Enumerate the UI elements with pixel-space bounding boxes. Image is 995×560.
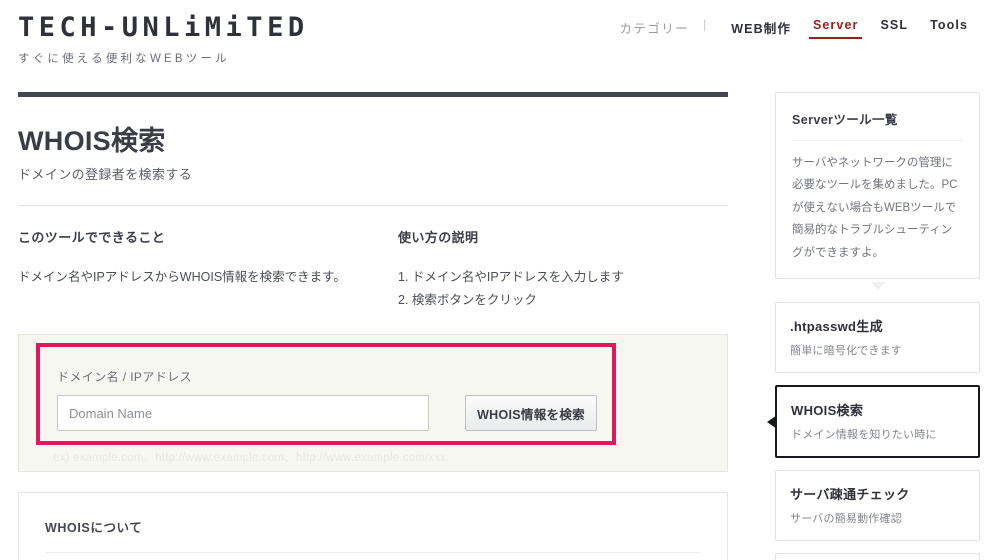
features-text: ドメイン名やIPアドレスからWHOIS情報を検索できます。	[18, 270, 346, 284]
sidebar-intro-card: Serverツール一覧 サーバやネットワークの管理に必要なツールを集めました。P…	[775, 92, 980, 280]
usage-steps: 1. ドメイン名やIPアドレスを入力します 2. 検索ボタンをクリック	[398, 266, 728, 312]
sidebar-item-description: 簡単に暗号化できます	[790, 345, 902, 358]
usage-step-1: 1. ドメイン名やIPアドレスを入力します	[398, 270, 624, 284]
whois-search-button[interactable]: WHOIS情報を検索	[465, 395, 597, 432]
nav-category-label: カテゴリー	[619, 22, 690, 36]
content-top-bar	[18, 92, 728, 97]
sidebar-item-label: .htpasswd生成	[790, 319, 883, 335]
sidebar-item-conf-reweiter[interactable]: Conf Reweiter Apacheのconfファイルを見やすく	[775, 553, 980, 560]
search-form-row: WHOIS情報を検索	[57, 395, 597, 432]
sidebar: Serverツール一覧 サーバやネットワークの管理に必要なツールを集めました。P…	[767, 92, 980, 560]
brand-tagline: すぐに使える便利なWEBツール	[18, 53, 230, 65]
sidebar-item-ping[interactable]: サーバ疎通チェック サーバの簡易動作確認	[775, 470, 980, 542]
about-whois-card: WHOISについて URLに使われるドメイン(example.jp等)は、レジス…	[18, 492, 728, 560]
nav-item-tools[interactable]: Tools	[919, 18, 979, 39]
sidebar-intro-divider	[792, 140, 963, 141]
sidebar-item-whois[interactable]: WHOIS検索 ドメイン情報を知りたい時に	[767, 385, 980, 459]
nav-item-ssl[interactable]: SSL	[869, 18, 919, 39]
chevron-down-icon	[870, 282, 885, 291]
nav-item-server[interactable]: Server	[802, 18, 870, 39]
sidebar-item-label: WHOIS検索	[791, 403, 864, 419]
main-content: WHOIS検索 ドメインの登録者を検索する このツールでできること ドメイン名や…	[18, 92, 728, 560]
page-subtitle: ドメインの登録者を検索する	[18, 167, 193, 182]
caret-left-icon	[767, 415, 777, 430]
search-form-panel: ドメイン名 / IPアドレス WHOIS情報を検索 ex) example.co…	[18, 334, 728, 473]
page-root: TECH-UNLiMiTED すぐに使える便利なWEBツール カテゴリー | W…	[0, 0, 995, 560]
usage-step-2: 2. 検索ボタンをクリック	[398, 293, 537, 308]
nav-item-web[interactable]: WEB制作	[720, 18, 802, 44]
sidebar-intro-text: サーバやネットワークの管理に必要なツールを集めました。PCが使えない場合もWEB…	[792, 157, 958, 259]
main-navigation: カテゴリー | WEB制作 Server SSL Tools	[620, 18, 980, 44]
form-example-text: ex) example.com、http://www.example.com、h…	[53, 452, 447, 465]
sidebar-item-description: サーバの簡易動作確認	[790, 513, 902, 526]
site-logo[interactable]: TECH-UNLiMiTED すぐに使える便利なWEBツール	[18, 12, 309, 66]
domain-input-label: ドメイン名 / IPアドレス	[57, 370, 192, 385]
nav-separator: |	[703, 18, 707, 32]
features-heading: このツールでできること	[18, 230, 166, 245]
sidebar-item-description: ドメイン情報を知りたい時に	[791, 429, 937, 442]
usage-column: 使い方の説明 1. ドメイン名やIPアドレスを入力します 2. 検索ボタンをクリ…	[398, 227, 728, 312]
title-divider	[18, 205, 728, 206]
features-column: このツールでできること ドメイン名やIPアドレスからWHOIS情報を検索できます…	[18, 227, 398, 312]
site-header: TECH-UNLiMiTED すぐに使える便利なWEBツール カテゴリー | W…	[0, 0, 995, 80]
info-columns: このツールでできること ドメイン名やIPアドレスからWHOIS情報を検索できます…	[18, 227, 728, 312]
sidebar-item-htpasswd[interactable]: .htpasswd生成 簡単に暗号化できます	[775, 302, 980, 374]
search-input[interactable]	[57, 395, 429, 432]
about-divider	[45, 552, 701, 554]
about-heading: WHOISについて	[45, 521, 143, 536]
brand-title: TECH-UNLiMiTED	[18, 12, 309, 43]
sidebar-item-label: サーバ疎通チェック	[790, 487, 910, 503]
page-title: WHOIS検索	[18, 126, 166, 156]
usage-heading: 使い方の説明	[398, 230, 479, 245]
sidebar-intro-heading: Serverツール一覧	[792, 113, 898, 127]
